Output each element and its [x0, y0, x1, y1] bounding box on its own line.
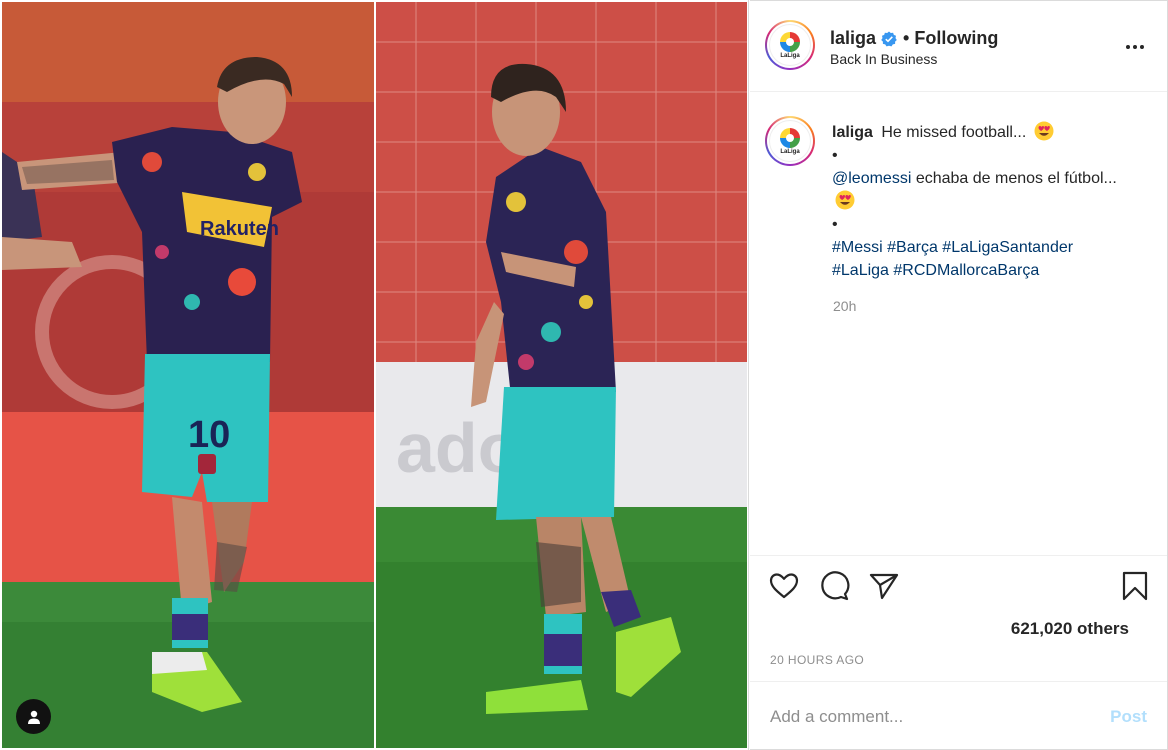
hashtags: #Messi #Barça #LaLigaSantander #LaLiga #…: [832, 236, 1132, 282]
speech-bubble-icon[interactable]: [818, 570, 850, 602]
location-link[interactable]: Back In Business: [830, 51, 937, 67]
verified-badge-icon: [881, 31, 897, 46]
caption-username[interactable]: laliga: [832, 124, 873, 141]
caption-area: LaLiga laliga He missed football... • @l…: [750, 92, 1167, 555]
bookmark-icon[interactable]: [1119, 570, 1151, 602]
caption-bullet: •: [832, 147, 838, 164]
mention-link[interactable]: @leomessi: [832, 170, 911, 187]
laliga-logo-icon: [780, 127, 800, 148]
hashtag-link[interactable]: #Messi: [832, 239, 883, 256]
person-icon: [27, 710, 40, 724]
laliga-logo: LaLiga: [769, 120, 811, 162]
avatar-text: LaLiga: [780, 52, 800, 59]
heart-eyes-emoji-icon: [835, 190, 855, 210]
hashtag-link[interactable]: #LaLiga: [832, 262, 889, 279]
hashtag-link[interactable]: #Barça: [887, 239, 938, 256]
username-row: laliga • Following: [830, 28, 998, 49]
post-photo-left[interactable]: Rakuten 10: [2, 2, 374, 748]
caption-timestamp: 20h: [833, 298, 857, 314]
following-button[interactable]: Following: [914, 28, 998, 49]
post-actions: 621,020 others 20 HOURS AGO: [750, 555, 1167, 681]
caption-text: laliga He missed football... • @leomessi…: [832, 121, 1132, 282]
likes-count[interactable]: 621,020 others: [1011, 619, 1129, 639]
svg-text:10: 10: [188, 414, 230, 456]
comment-bar: Post: [750, 681, 1167, 750]
separator-dot: •: [903, 28, 910, 48]
more-options-icon[interactable]: [1123, 37, 1147, 57]
laliga-logo-icon: [780, 31, 800, 52]
heart-outline-icon[interactable]: [768, 570, 800, 602]
post-timestamp: 20 HOURS AGO: [770, 653, 865, 667]
laliga-logo: LaLiga: [769, 24, 811, 66]
caption-line1-text: He missed football...: [881, 124, 1027, 141]
caption-avatar[interactable]: LaLiga: [765, 116, 815, 166]
avatar[interactable]: LaLiga: [765, 20, 815, 70]
post-comment-button[interactable]: Post: [1110, 707, 1147, 727]
post-photo-right[interactable]: adova: [376, 2, 747, 748]
caption-bullet-2: •: [832, 216, 838, 233]
avatar-text: LaLiga: [780, 148, 800, 155]
post-media[interactable]: Rakuten 10 adova: [0, 0, 749, 750]
player-photo-left: Rakuten 10: [2, 2, 374, 748]
post-sidebar: LaLiga laliga • Following Back In Busine…: [750, 0, 1168, 750]
username[interactable]: laliga: [830, 28, 876, 49]
post-header: LaLiga laliga • Following Back In Busine…: [750, 1, 1167, 92]
comment-input[interactable]: [770, 704, 1090, 730]
hashtag-link[interactable]: #RCDMallorcaBarça: [893, 262, 1039, 279]
paper-plane-icon[interactable]: [868, 570, 900, 602]
caption-line-spanish: @leomessi echaba de menos el fútbol...: [832, 167, 1132, 213]
tagged-users-button[interactable]: [16, 699, 51, 734]
caption-line-1: laliga He missed football...: [832, 121, 1132, 144]
svg-text:Rakuten: Rakuten: [200, 218, 279, 240]
heart-eyes-emoji-icon: [1034, 121, 1054, 141]
caption-spanish-text: echaba de menos el fútbol...: [915, 170, 1117, 187]
player-photo-right: adova: [376, 2, 747, 748]
hashtag-link[interactable]: #LaLigaSantander: [942, 239, 1073, 256]
